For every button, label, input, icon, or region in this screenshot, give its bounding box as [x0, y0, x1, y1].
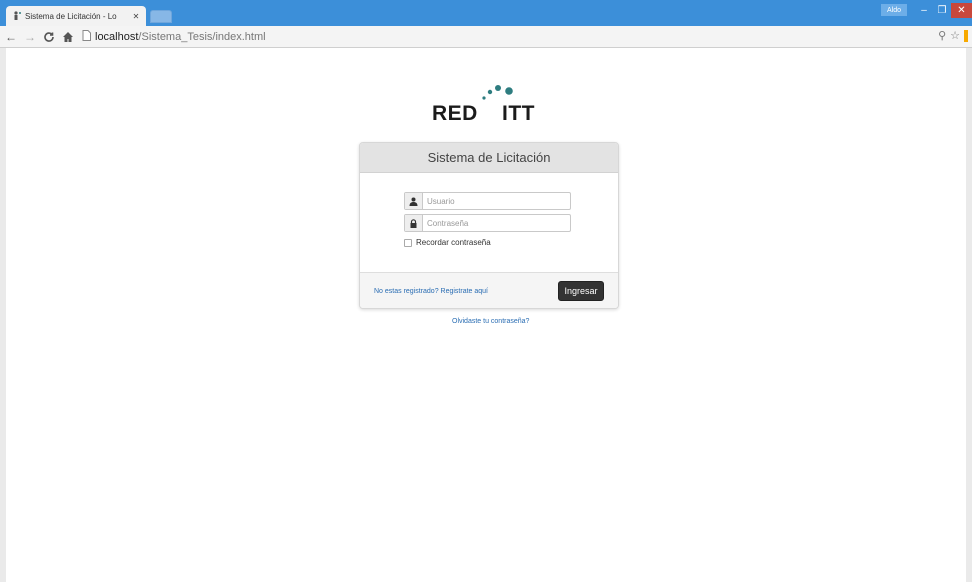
password-group: [404, 214, 571, 232]
reload-icon[interactable]: [41, 29, 57, 45]
remember-password[interactable]: Recordar contraseña: [404, 238, 491, 247]
login-form: Recordar contraseña: [360, 173, 618, 273]
login-panel-title: Sistema de Licitación: [360, 143, 618, 173]
back-arrow-icon[interactable]: ←: [3, 29, 19, 45]
remember-label: Recordar contraseña: [416, 238, 491, 247]
url-path: /Sistema_Tesis/index.html: [138, 30, 266, 43]
page-icon: [82, 29, 91, 44]
restore-icon[interactable]: ❐: [933, 3, 951, 18]
logo-text-itt: ITT: [502, 102, 535, 125]
new-tab-button[interactable]: [150, 10, 172, 23]
browser-tab[interactable]: Sistema de Licitación - Lo ✕: [6, 6, 146, 26]
home-icon[interactable]: [60, 29, 76, 45]
forgot-password-link[interactable]: Olvidaste tu contraseña?: [452, 318, 529, 325]
lock-icon: [405, 215, 423, 231]
login-panel: Sistema de Licitación Recordar contraseñ…: [359, 142, 619, 309]
browser-toolbar: ← → localhost/Sistema_Tesis/index.html ⚲…: [0, 26, 972, 48]
username-group: [404, 192, 571, 210]
extension-icon[interactable]: ⚲: [938, 29, 946, 42]
tab-title: Sistema de Licitación - Lo: [25, 11, 117, 21]
register-link[interactable]: No estas registrado? Registrate aquí: [374, 288, 488, 295]
login-button[interactable]: Ingresar: [558, 281, 604, 301]
password-input[interactable]: [423, 215, 570, 231]
user-icon: [405, 193, 423, 209]
login-panel-footer: No estas registrado? Registrate aquí Ing…: [360, 272, 618, 308]
red-itt-logo: RED ITT: [430, 80, 550, 132]
close-window-icon[interactable]: ✕: [951, 3, 972, 18]
menu-icon[interactable]: [964, 29, 968, 42]
address-bar[interactable]: localhost/Sistema_Tesis/index.html: [82, 28, 922, 46]
url-host: localhost: [95, 30, 139, 43]
browser-titlebar: Sistema de Licitación - Lo ✕ Aldo – ❐ ✕: [0, 0, 972, 26]
bookmark-star-icon[interactable]: ☆: [950, 29, 960, 42]
user-profile-badge[interactable]: Aldo: [881, 4, 907, 16]
page-favicon-icon: [11, 11, 22, 22]
logo-text-red: RED: [432, 102, 478, 125]
forward-arrow-icon[interactable]: →: [22, 29, 38, 45]
minimize-icon[interactable]: –: [915, 3, 933, 18]
username-input[interactable]: [423, 193, 570, 209]
tab-close-icon[interactable]: ✕: [131, 12, 141, 21]
remember-checkbox[interactable]: [404, 238, 412, 247]
